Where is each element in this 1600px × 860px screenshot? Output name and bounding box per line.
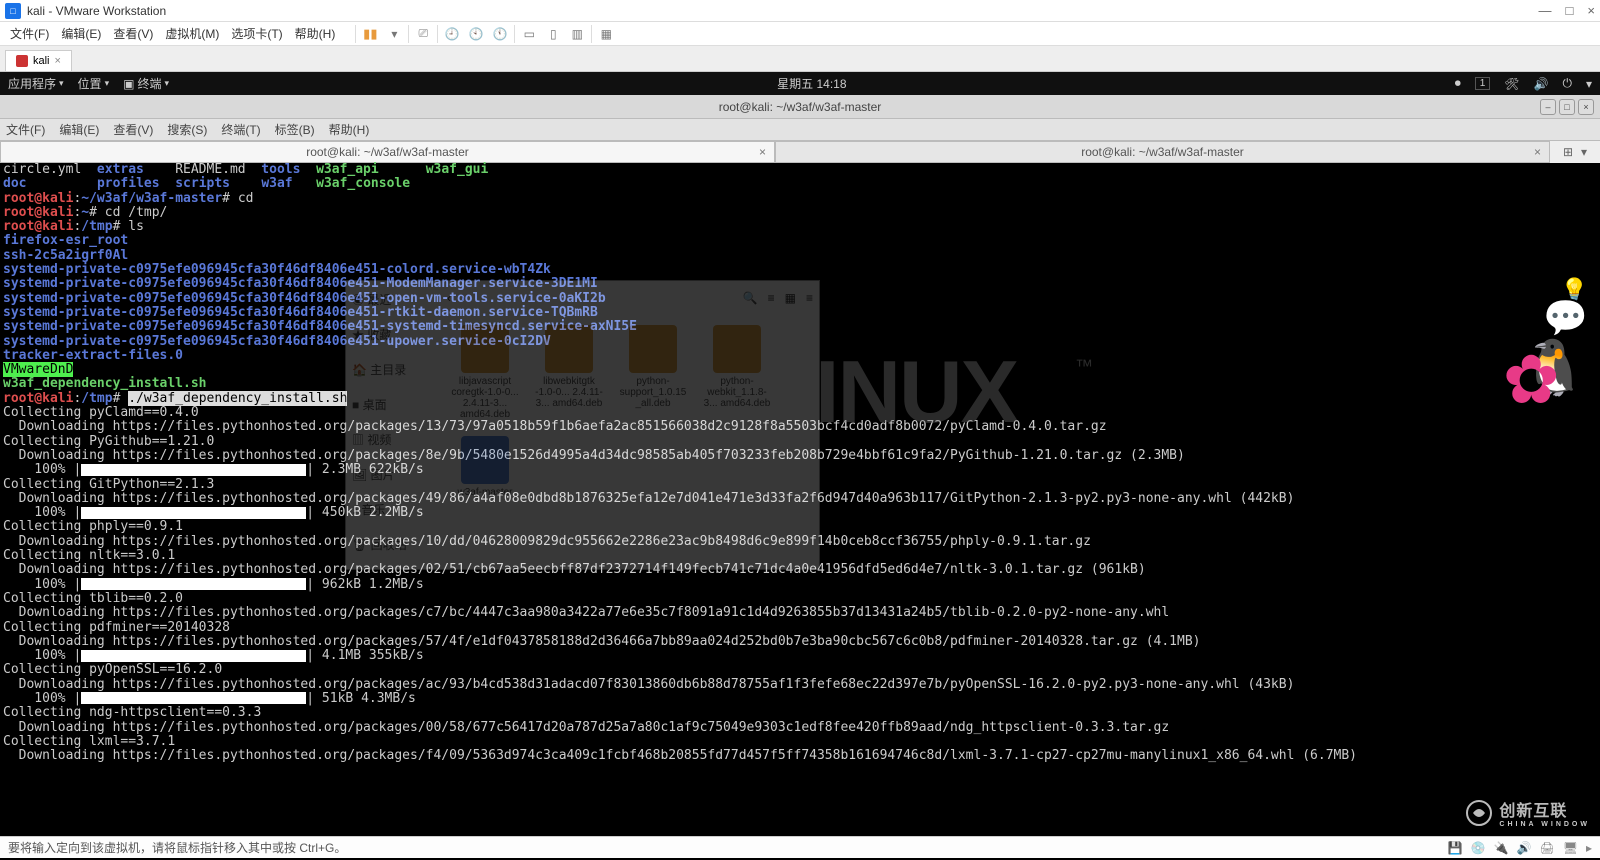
kali-tab-icon bbox=[16, 55, 28, 67]
nautilus-fwd-icon[interactable]: › bbox=[461, 291, 465, 305]
fit-guest-icon[interactable]: ▭ bbox=[519, 24, 539, 44]
device-printer-icon[interactable]: 🖨 bbox=[1540, 841, 1555, 855]
device-more-icon[interactable]: ▸ bbox=[1586, 841, 1592, 855]
tools-icon[interactable]: 🛠 bbox=[1504, 77, 1519, 91]
term-tab2-close-icon[interactable]: × bbox=[1534, 145, 1541, 159]
library-icon[interactable]: ▦ bbox=[596, 24, 616, 44]
panel-clock: 星期五 14:18 bbox=[777, 75, 846, 92]
file-item[interactable]: libwebkitgtk -1.0-0... 2.4.11-3... amd64… bbox=[535, 325, 603, 420]
file-item[interactable]: python-support_1.0.15_all.deb bbox=[619, 325, 687, 420]
terminal-menubar: 文件(F) 编辑(E) 查看(V) 搜索(S) 终端(T) 标签(B) 帮助(H… bbox=[0, 119, 1600, 141]
new-tab-icon[interactable]: ⊞ bbox=[1563, 145, 1573, 159]
terminal-window-titlebar: root@kali: ~/w3af/w3af-master – □ × bbox=[0, 95, 1600, 119]
vmware-logo-icon: □ bbox=[5, 3, 21, 19]
nautilus-side-item[interactable]: 🏠 主目录 bbox=[352, 361, 435, 378]
tmenu-file[interactable]: 文件(F) bbox=[6, 121, 45, 138]
tmenu-view[interactable]: 查看(V) bbox=[113, 121, 153, 138]
panel-places[interactable]: 位置 ▾ bbox=[78, 75, 110, 92]
terminal-tabbar: root@kali: ~/w3af/w3af-master× root@kali… bbox=[0, 141, 1600, 163]
terminal-tab-2[interactable]: root@kali: ~/w3af/w3af-master× bbox=[775, 141, 1550, 163]
tab-dd-icon[interactable]: ▾ bbox=[1581, 145, 1587, 159]
device-cd-icon[interactable]: 💿 bbox=[1471, 841, 1486, 855]
tmenu-tabs[interactable]: 标签(B) bbox=[275, 121, 315, 138]
file-item[interactable]: w3af-master bbox=[451, 436, 519, 498]
vm-tab-label: kali bbox=[33, 55, 50, 67]
pause-button[interactable]: ▮▮ bbox=[360, 24, 380, 44]
vmware-statusbar: 要将输入定向到该虚拟机，请将鼠标指针移入其中或按 Ctrl+G。 💾 💿 🔌 🔊… bbox=[0, 836, 1600, 858]
nautilus-menu-icon[interactable]: ≡ bbox=[806, 291, 813, 305]
brand-watermark: 创新互联 CHINA WINDOW bbox=[1465, 797, 1590, 828]
snapshot-icon[interactable]: 🕘 bbox=[442, 24, 462, 44]
device-net-icon[interactable]: 🔌 bbox=[1494, 841, 1509, 855]
minimize-button[interactable]: — bbox=[1539, 3, 1552, 18]
tmenu-help[interactable]: 帮助(H) bbox=[329, 121, 370, 138]
nautilus-gridview-icon[interactable]: ▦ bbox=[785, 291, 796, 305]
more-icon[interactable]: ▾ bbox=[384, 24, 404, 44]
nautilus-side-item[interactable]: ★ 收藏 bbox=[352, 326, 435, 343]
unity-icon[interactable]: ▥ bbox=[567, 24, 587, 44]
file-item[interactable]: libjavascript coregtk-1.0-0... 2.4.11-3.… bbox=[451, 325, 519, 420]
nautilus-listview-icon[interactable]: ≡ bbox=[768, 291, 775, 305]
tab-close-icon[interactable]: × bbox=[55, 55, 61, 67]
terminal-tab-1[interactable]: root@kali: ~/w3af/w3af-master× bbox=[0, 141, 775, 163]
vmware-tabbar: kali × bbox=[0, 46, 1600, 72]
menu-help[interactable]: 帮助(H) bbox=[291, 23, 340, 44]
device-usb-icon[interactable]: 🔊 bbox=[1517, 841, 1532, 855]
tmenu-search[interactable]: 搜索(S) bbox=[167, 121, 207, 138]
maximize-button[interactable]: □ bbox=[1566, 3, 1574, 18]
window-title: kali - VMware Workstation bbox=[27, 4, 166, 18]
volume-icon[interactable]: 🔊 bbox=[1534, 77, 1549, 91]
gnome-min-button[interactable]: – bbox=[1540, 99, 1556, 115]
menu-file[interactable]: 文件(F) bbox=[6, 23, 53, 44]
nautilus-back-icon[interactable]: ‹ bbox=[447, 291, 451, 305]
snapshot-manage-icon[interactable]: 🕚 bbox=[490, 24, 510, 44]
workspace-indicator[interactable]: 1 bbox=[1475, 77, 1491, 90]
kali-top-panel: 应用程序 ▾ 位置 ▾ ▣ 终端 ▾ 星期五 14:18 ⏺ 1 🛠 🔊 ⏻ ▾ bbox=[0, 72, 1600, 95]
tmenu-terminal[interactable]: 终端(T) bbox=[221, 121, 260, 138]
file-item[interactable]: python-webkit_1.1.8-3... amd64.deb bbox=[703, 325, 771, 420]
nautilus-side-item[interactable]: 🖼 图片 bbox=[352, 466, 435, 483]
gnome-max-button[interactable]: □ bbox=[1559, 99, 1575, 115]
screen-record-icon[interactable]: ⏺ bbox=[1455, 76, 1461, 91]
nautilus-side-item[interactable]: ▥ 视频 bbox=[352, 431, 435, 448]
nautilus-side-item[interactable]: ♪ 音乐 bbox=[352, 501, 435, 518]
vmware-titlebar: □ kali - VMware Workstation — □ × bbox=[0, 0, 1600, 22]
nautilus-side-item[interactable]: ■ 桌面 bbox=[352, 396, 435, 413]
nautilus-side-item[interactable]: 🗑 回收站 bbox=[352, 536, 435, 553]
nautilus-window: ◉ 最近 ★ 收藏 🏠 主目录 ■ 桌面 ▥ 视频 🖼 图片 ♪ 音乐 🗑 回收站 ‹ › 🔍… bbox=[345, 280, 820, 570]
panel-apps[interactable]: 应用程序 ▾ bbox=[8, 75, 64, 92]
statusbar-message: 要将输入定向到该虚拟机，请将鼠标指针移入其中或按 Ctrl+G。 bbox=[8, 839, 346, 856]
snapshot-revert-icon[interactable]: 🕙 bbox=[466, 24, 486, 44]
nautilus-search-icon[interactable]: 🔍 bbox=[743, 291, 758, 305]
send-key-icon[interactable]: ⎚ bbox=[413, 24, 433, 44]
device-hdd-icon[interactable]: 💾 bbox=[1448, 841, 1463, 855]
menu-view[interactable]: 查看(V) bbox=[109, 23, 157, 44]
device-display-icon[interactable]: 🖥 bbox=[1563, 841, 1578, 855]
vm-tab-kali[interactable]: kali × bbox=[5, 50, 72, 71]
guest-screen: 应用程序 ▾ 位置 ▾ ▣ 终端 ▾ 星期五 14:18 ⏺ 1 🛠 🔊 ⏻ ▾… bbox=[0, 72, 1600, 860]
terminal-window-title: root@kali: ~/w3af/w3af-master bbox=[719, 100, 882, 114]
menu-tabs[interactable]: 选项卡(T) bbox=[227, 23, 286, 44]
tmenu-edit[interactable]: 编辑(E) bbox=[59, 121, 99, 138]
menu-vm[interactable]: 虚拟机(M) bbox=[161, 23, 223, 44]
vmware-menubar: 文件(F) 编辑(E) 查看(V) 虚拟机(M) 选项卡(T) 帮助(H) ▮▮… bbox=[0, 22, 1600, 46]
panel-terminal[interactable]: ▣ 终端 ▾ bbox=[123, 75, 169, 92]
close-button[interactable]: × bbox=[1587, 3, 1595, 18]
fullscreen-icon[interactable]: ▯ bbox=[543, 24, 563, 44]
power-icon[interactable]: ⏻ bbox=[1562, 76, 1572, 91]
gnome-close-button[interactable]: × bbox=[1578, 99, 1594, 115]
menu-edit[interactable]: 编辑(E) bbox=[57, 23, 105, 44]
panel-dd-icon[interactable]: ▾ bbox=[1586, 77, 1592, 91]
nautilus-side-item[interactable]: ◉ 最近 bbox=[352, 291, 435, 308]
term-tab1-close-icon[interactable]: × bbox=[759, 145, 766, 159]
